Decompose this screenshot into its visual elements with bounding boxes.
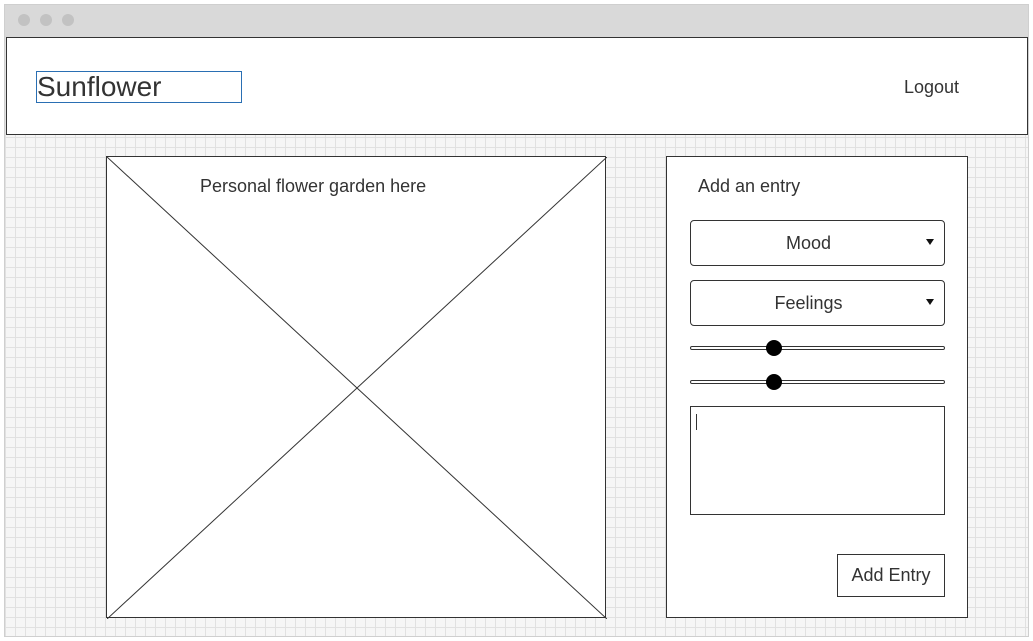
text-cursor (696, 414, 697, 430)
page-canvas: Sunflower Logout Personal flower garden … (5, 37, 1028, 636)
app-title[interactable]: Sunflower (36, 71, 242, 103)
add-entry-panel: Add an entry Mood Feelings Add Entry (666, 156, 968, 618)
garden-image-placeholder: Personal flower garden here (106, 156, 607, 619)
window-maximize-dot-icon[interactable] (62, 14, 74, 26)
add-entry-button[interactable]: Add Entry (837, 554, 945, 597)
chevron-down-icon (926, 299, 934, 305)
entry-notes-textarea[interactable] (690, 406, 945, 515)
slider-thumb[interactable] (766, 340, 783, 356)
garden-label: Personal flower garden here (200, 176, 427, 196)
mood-select-value: Mood (785, 233, 832, 253)
slider-track[interactable] (690, 346, 945, 350)
browser-window: Sunflower Logout Personal flower garden … (4, 4, 1029, 637)
feelings-select[interactable]: Feelings (690, 280, 945, 326)
feelings-intensity-slider[interactable] (690, 372, 945, 392)
slider-track[interactable] (690, 380, 945, 384)
mood-intensity-slider[interactable] (690, 338, 945, 358)
logout-link[interactable]: Logout (904, 77, 959, 98)
window-minimize-dot-icon[interactable] (40, 14, 52, 26)
panel-title: Add an entry (698, 176, 801, 196)
slider-thumb[interactable] (766, 374, 783, 390)
app-header: Sunflower Logout (6, 37, 1028, 135)
chevron-down-icon (926, 239, 934, 245)
window-close-dot-icon[interactable] (18, 14, 30, 26)
placeholder-cross-icon (107, 157, 607, 619)
mood-select[interactable]: Mood (690, 220, 945, 266)
feelings-select-value: Feelings (774, 293, 843, 313)
window-titlebar (5, 5, 1028, 37)
